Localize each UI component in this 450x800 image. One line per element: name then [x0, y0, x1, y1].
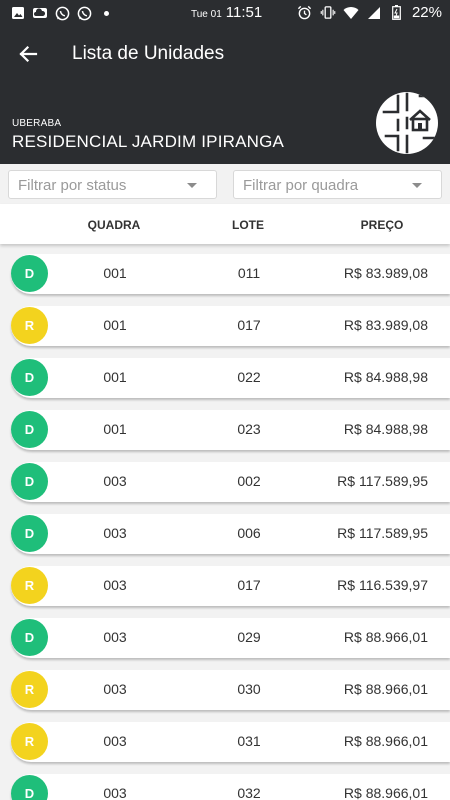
status-badge: R — [11, 307, 48, 344]
unit-lote: 011 — [237, 265, 261, 281]
unit-preco: R$ 84.988,98 — [343, 421, 428, 437]
unit-quadra: 003 — [103, 525, 127, 541]
signal-icon — [366, 5, 382, 21]
unit-lote: 022 — [237, 369, 261, 385]
status-badge: D — [11, 359, 48, 396]
status-badge: D — [11, 411, 48, 448]
notification-icons — [10, 5, 109, 21]
image-icon — [10, 5, 26, 21]
app-bar: Lista de Unidades UBERABA RESIDENCIAL JA… — [0, 26, 450, 164]
arrow-back-icon — [19, 45, 38, 63]
unit-row[interactable]: R 001 017 R$ 83.989,08 — [11, 306, 450, 346]
venture-name: RESIDENCIAL JARDIM IPIRANGA — [12, 132, 285, 151]
status-badge: D — [11, 515, 48, 552]
unit-row[interactable]: D 001 022 R$ 84.988,98 — [11, 358, 450, 398]
unit-preco: R$ 83.989,08 — [343, 265, 428, 281]
clock-time: 11:51 — [225, 4, 263, 21]
status-filter-placeholder: Filtrar por status — [18, 177, 127, 194]
battery-percent: 22% — [411, 4, 442, 21]
quadra-filter-placeholder: Filtrar por quadra — [243, 177, 359, 194]
unit-preco: R$ 88.966,01 — [343, 629, 428, 645]
column-header-quadra: QUADRA — [87, 218, 141, 232]
unit-lote: 002 — [237, 473, 261, 489]
status-badge: R — [11, 671, 48, 708]
unit-lote: 006 — [237, 525, 261, 541]
unit-row[interactable]: R 003 017 R$ 116.539,97 — [11, 566, 450, 606]
whatsapp-icon — [54, 5, 70, 21]
unit-quadra: 003 — [103, 577, 127, 593]
system-icons: 22% — [297, 4, 442, 21]
wifi-icon — [343, 5, 359, 21]
unit-lote: 023 — [237, 421, 261, 437]
more-notifications-dot — [104, 10, 109, 16]
unit-quadra: 001 — [103, 369, 127, 385]
battery-icon — [389, 5, 405, 21]
unit-row[interactable]: D 003 002 R$ 117.589,95 — [11, 462, 450, 502]
status-filter-dropdown[interactable]: Filtrar por status — [8, 170, 217, 199]
units-list[interactable]: D 001 011 R$ 83.989,08 R 001 017 R$ 83.9… — [0, 244, 450, 800]
unit-row[interactable]: D 003 006 R$ 117.589,95 — [11, 514, 450, 554]
unit-preco: R$ 83.989,08 — [343, 317, 428, 333]
filters-bar: Filtrar por status Filtrar por quadra — [0, 164, 450, 204]
unit-preco: R$ 88.966,01 — [343, 733, 428, 749]
unit-quadra: 003 — [103, 473, 127, 489]
status-badge: D — [11, 255, 48, 292]
unit-lote: 030 — [237, 681, 261, 697]
status-bar: Tue 01 11:51 22% — [0, 0, 450, 26]
unit-row[interactable]: D 001 023 R$ 84.988,98 — [11, 410, 450, 450]
unit-row[interactable]: R 003 030 R$ 88.966,01 — [11, 670, 450, 710]
unit-row[interactable]: R 003 031 R$ 88.966,01 — [11, 722, 450, 762]
unit-preco: R$ 117.589,95 — [337, 525, 428, 541]
venture-logo — [376, 92, 438, 154]
unit-preco: R$ 88.966,01 — [343, 681, 428, 697]
page-title: Lista de Unidades — [72, 43, 225, 64]
column-header-lote: LOTE — [232, 218, 264, 232]
unit-row[interactable]: D 003 032 R$ 88.966,01 — [11, 774, 450, 800]
unit-lote: 031 — [237, 733, 261, 749]
unit-lote: 029 — [237, 629, 261, 645]
status-badge: R — [11, 723, 48, 760]
unit-quadra: 001 — [103, 265, 127, 281]
unit-lote: 017 — [237, 317, 261, 333]
unit-row[interactable]: D 001 011 R$ 83.989,08 — [11, 254, 450, 294]
table-header: QUADRA LOTE PREÇO — [0, 204, 450, 244]
status-badge: D — [11, 463, 48, 500]
status-badge: D — [11, 619, 48, 656]
status-badge: R — [11, 567, 48, 604]
unit-quadra: 001 — [103, 421, 127, 437]
dropdown-arrow-icon — [187, 183, 197, 188]
clock-day: Tue 01 — [191, 9, 222, 20]
unit-lote: 032 — [237, 785, 261, 800]
status-badge: D — [11, 775, 48, 800]
quadra-filter-dropdown[interactable]: Filtrar por quadra — [233, 170, 442, 199]
dropdown-arrow-icon — [412, 183, 422, 188]
unit-quadra: 003 — [103, 733, 127, 749]
unit-quadra: 003 — [103, 785, 127, 800]
unit-row[interactable]: D 003 029 R$ 88.966,01 — [11, 618, 450, 658]
unit-preco: R$ 117.589,95 — [337, 473, 428, 489]
vibrate-icon — [320, 5, 336, 21]
unit-lote: 017 — [237, 577, 261, 593]
unit-preco: R$ 88.966,01 — [343, 785, 428, 800]
city-label: UBERABA — [12, 118, 62, 129]
unit-preco: R$ 84.988,98 — [343, 369, 428, 385]
unit-quadra: 003 — [103, 681, 127, 697]
unit-quadra: 001 — [103, 317, 127, 333]
clock: Tue 01 11:51 — [191, 4, 262, 21]
unit-quadra: 003 — [103, 629, 127, 645]
whatsapp-icon — [76, 5, 92, 21]
back-button[interactable] — [12, 38, 44, 70]
column-header-preco: PREÇO — [360, 218, 404, 232]
cloud-icon — [32, 5, 48, 21]
alarm-icon — [297, 5, 313, 21]
unit-preco: R$ 116.539,97 — [337, 577, 428, 593]
